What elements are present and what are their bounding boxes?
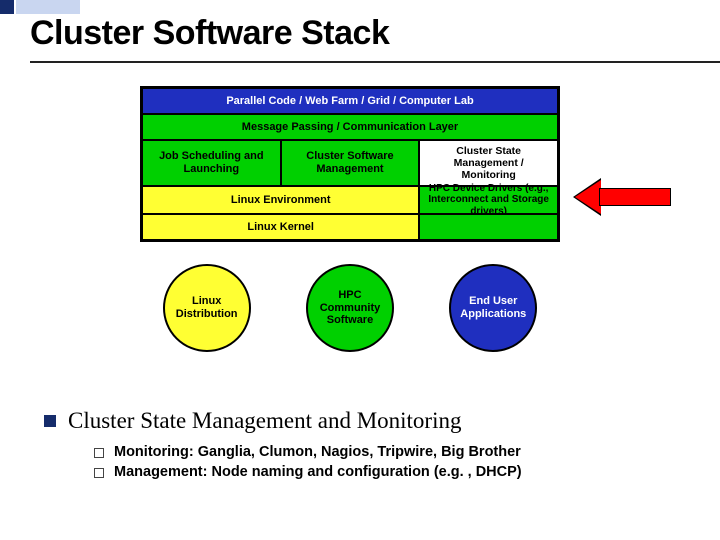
circle-linux-dist: Linux Distribution xyxy=(163,264,251,352)
bullet-level-2: Management: Node naming and configuratio… xyxy=(94,464,690,480)
cell-linux-kernel: Linux Kernel xyxy=(142,214,419,240)
circle-hpc-community: HPC Community Software xyxy=(306,264,394,352)
cell-message-passing: Message Passing / Communication Layer xyxy=(142,114,558,140)
callout-arrow xyxy=(575,180,671,214)
arrow-head-icon xyxy=(575,180,601,214)
square-bullet-icon xyxy=(44,415,56,427)
title-area: Cluster Software Stack xyxy=(0,14,720,69)
cell-empty xyxy=(419,214,558,240)
bullet-level-2: Monitoring: Ganglia, Clumon, Nagios, Tri… xyxy=(94,444,690,460)
sub-bullet-text: Management: Node naming and configuratio… xyxy=(114,464,522,480)
bullet-level-1: Cluster State Management and Monitoring xyxy=(44,408,690,434)
circle-end-user-apps: End User Applications xyxy=(449,264,537,352)
arrow-body xyxy=(599,188,671,206)
stack-row-4: Linux Environment HPC Device Drivers (e.… xyxy=(142,186,558,214)
hollow-square-icon xyxy=(94,448,104,458)
cell-job-scheduling: Job Scheduling and Launching xyxy=(142,140,281,186)
slide-title: Cluster Software Stack xyxy=(30,14,720,53)
stack-grid: Parallel Code / Web Farm / Grid / Comput… xyxy=(140,86,560,242)
bullet-text: Cluster State Management and Monitoring xyxy=(68,408,461,434)
accent-bar xyxy=(16,0,80,14)
circle-row: Linux Distribution HPC Community Softwar… xyxy=(140,264,560,352)
slide: Cluster Software Stack Parallel Code / W… xyxy=(0,0,720,540)
stack-row-2: Message Passing / Communication Layer xyxy=(142,114,558,140)
body-text: Cluster State Management and Monitoring … xyxy=(44,408,690,484)
stack-diagram: Parallel Code / Web Farm / Grid / Comput… xyxy=(140,86,560,352)
sub-bullet-group: Monitoring: Ganglia, Clumon, Nagios, Tri… xyxy=(94,444,690,480)
cell-hpc-drivers: HPC Device Drivers (e.g., Interconnect a… xyxy=(419,186,558,214)
stack-row-5: Linux Kernel xyxy=(142,214,558,240)
sub-bullet-text: Monitoring: Ganglia, Clumon, Nagios, Tri… xyxy=(114,444,521,460)
accent-square xyxy=(0,0,14,14)
title-rule xyxy=(30,61,720,63)
stack-row-1: Parallel Code / Web Farm / Grid / Comput… xyxy=(142,88,558,114)
stack-row-3: Job Scheduling and Launching Cluster Sof… xyxy=(142,140,558,186)
cell-linux-env: Linux Environment xyxy=(142,186,419,214)
cell-cluster-state-mgmt: Cluster State Management / Monitoring xyxy=(419,140,558,186)
hollow-square-icon xyxy=(94,468,104,478)
cell-parallel-code: Parallel Code / Web Farm / Grid / Comput… xyxy=(142,88,558,114)
cell-cluster-software-mgmt: Cluster Software Management xyxy=(281,140,420,186)
